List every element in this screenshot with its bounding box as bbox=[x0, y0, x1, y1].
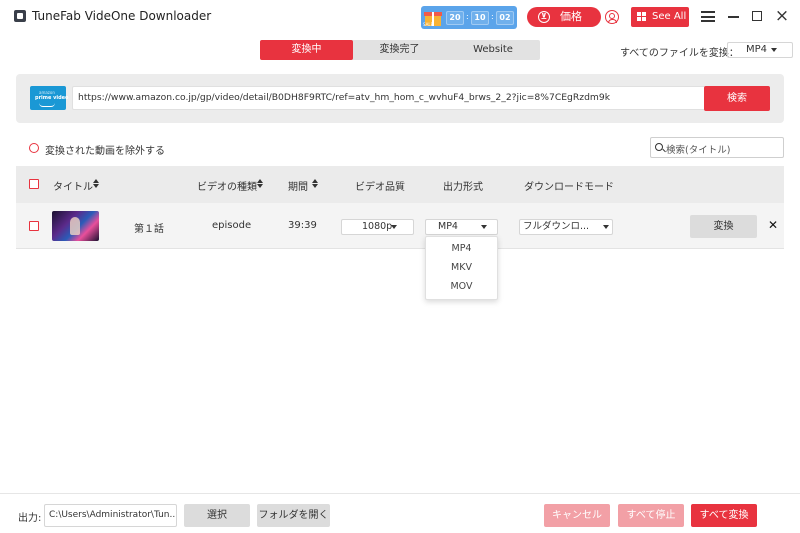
chevron-down-icon bbox=[603, 225, 609, 229]
format-option-mov[interactable]: MOV bbox=[426, 278, 497, 296]
countdown-days: 20 bbox=[446, 11, 464, 25]
price-icon: ⊻ bbox=[538, 11, 550, 23]
tab-converting[interactable]: 変換中 bbox=[260, 40, 353, 60]
promo-tag: SALE bbox=[423, 22, 434, 27]
promo-banner[interactable]: SALE 20 : 10 : 02 bbox=[421, 6, 517, 29]
exclude-converted-label[interactable]: 変換された動画を除外する bbox=[45, 142, 165, 157]
format-value: MP4 bbox=[438, 221, 458, 232]
price-label: 価格 bbox=[560, 10, 582, 23]
format-option-mkv[interactable]: MKV bbox=[426, 259, 497, 277]
row-checkbox[interactable] bbox=[29, 221, 39, 231]
col-type[interactable]: ビデオの種類 bbox=[197, 178, 263, 193]
see-all-label: See All bbox=[652, 11, 687, 22]
minimize-icon[interactable] bbox=[728, 16, 739, 18]
convert-all-button[interactable]: すべて変換 bbox=[691, 504, 757, 527]
quality-select[interactable]: 1080p bbox=[341, 219, 414, 235]
prime-video-logo: amazon prime video bbox=[30, 86, 69, 110]
countdown-minutes: 02 bbox=[496, 11, 514, 25]
video-thumbnail bbox=[52, 211, 99, 241]
chevron-down-icon bbox=[481, 225, 487, 229]
search-icon bbox=[655, 143, 663, 151]
convert-button[interactable]: 変換 bbox=[690, 215, 757, 238]
row-title: 第１話 bbox=[134, 224, 164, 235]
price-button[interactable]: ⊻ 価格 bbox=[527, 7, 601, 27]
delete-icon[interactable]: ✕ bbox=[768, 218, 778, 232]
search-button[interactable]: 検索 bbox=[704, 86, 770, 111]
output-path-field[interactable]: C:\Users\Administrator\Tun... bbox=[44, 504, 177, 527]
url-input[interactable]: https://www.amazon.co.jp/gp/video/detail… bbox=[72, 86, 707, 110]
countdown-separator: : bbox=[466, 12, 469, 21]
col-title-label: タイトル bbox=[53, 182, 93, 193]
open-folder-button[interactable]: フォルダを開く bbox=[257, 504, 330, 527]
footer-bar: 出力: C:\Users\Administrator\Tun... 選択 フォル… bbox=[0, 493, 800, 533]
format-dropdown-list: MP4 MKV MOV bbox=[425, 236, 498, 300]
app-logo-icon bbox=[14, 10, 26, 22]
hamburger-menu-icon[interactable] bbox=[701, 11, 715, 22]
url-panel: amazon prime video https://www.amazon.co… bbox=[16, 74, 784, 123]
title-bar: TuneFab VideOne Downloader SALE 20 : 10 … bbox=[0, 0, 800, 34]
select-folder-button[interactable]: 選択 bbox=[184, 504, 250, 527]
chevron-down-icon bbox=[391, 225, 397, 229]
download-mode-select[interactable]: フルダウンロ... bbox=[519, 219, 613, 235]
see-all-button[interactable]: See All bbox=[631, 7, 689, 27]
row-duration: 39:39 bbox=[288, 220, 317, 231]
maximize-icon[interactable] bbox=[752, 11, 762, 21]
sort-icon bbox=[312, 179, 318, 189]
convert-all-format-value: MP4 bbox=[746, 44, 768, 55]
exclude-converted-radio[interactable] bbox=[29, 143, 39, 153]
col-mode: ダウンロードモード bbox=[524, 182, 614, 193]
user-account-icon[interactable] bbox=[605, 10, 619, 24]
sort-icon bbox=[257, 179, 263, 189]
col-quality: ビデオ品質 bbox=[355, 182, 405, 193]
title-search-placeholder: 検索(タイトル) bbox=[666, 145, 731, 156]
download-mode-value: フルダウンロ... bbox=[523, 221, 590, 232]
col-duration[interactable]: 期間 bbox=[288, 178, 318, 193]
main-tabs: 変換中 変換完了 Website bbox=[260, 40, 540, 60]
stop-all-button[interactable]: すべて停止 bbox=[618, 504, 684, 527]
prime-video-logo-text: prime video bbox=[35, 95, 69, 101]
table-row: 第１話 episode 39:39 1080p MP4 フルダウンロ... 変換… bbox=[16, 203, 784, 249]
col-title[interactable]: タイトル bbox=[53, 178, 99, 193]
row-type: episode bbox=[212, 220, 252, 231]
countdown-hours: 10 bbox=[471, 11, 489, 25]
col-format: 出力形式 bbox=[443, 182, 483, 193]
select-all-checkbox[interactable] bbox=[29, 179, 39, 189]
quality-value: 1080p bbox=[362, 221, 393, 232]
grid-icon bbox=[637, 12, 647, 22]
convert-all-label: すべてのファイルを変換： bbox=[620, 48, 739, 59]
format-select[interactable]: MP4 bbox=[425, 219, 498, 235]
col-type-label: ビデオの種類 bbox=[197, 182, 257, 193]
tab-website[interactable]: Website bbox=[446, 40, 540, 60]
chevron-down-icon bbox=[771, 48, 777, 52]
gift-icon: SALE bbox=[423, 8, 443, 27]
output-label: 出力: bbox=[18, 513, 42, 524]
close-window-icon[interactable]: × bbox=[774, 8, 790, 25]
cancel-button[interactable]: キャンセル bbox=[544, 504, 610, 527]
col-duration-label: 期間 bbox=[288, 182, 308, 193]
countdown-separator: : bbox=[491, 12, 494, 21]
sort-icon bbox=[93, 179, 99, 189]
app-title: TuneFab VideOne Downloader bbox=[32, 9, 212, 23]
title-search-input[interactable]: 検索(タイトル) bbox=[650, 137, 784, 158]
convert-all-format-select[interactable]: MP4 bbox=[727, 42, 793, 58]
tab-converted[interactable]: 変換完了 bbox=[353, 40, 446, 60]
table-header: タイトル ビデオの種類 期間 ビデオ品質 出力形式 ダウンロードモード bbox=[16, 166, 784, 203]
format-option-mp4[interactable]: MP4 bbox=[426, 240, 497, 258]
